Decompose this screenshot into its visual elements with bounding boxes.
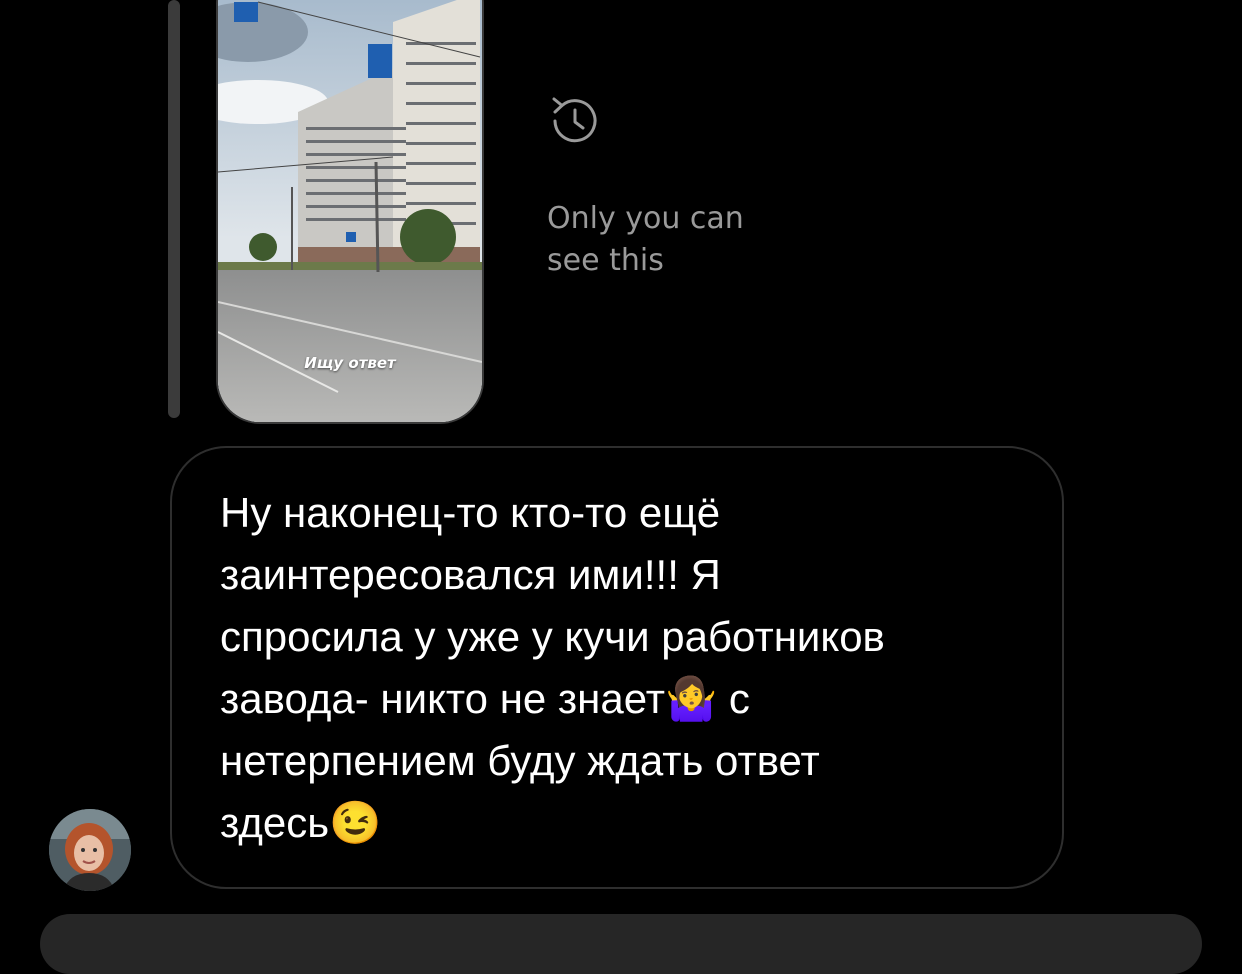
message-text: Ну наконец-то кто-то ещё заинтересовался…	[220, 489, 885, 846]
user-avatar-icon	[49, 809, 131, 891]
message-input-bar[interactable]	[40, 914, 1202, 974]
story-caption: Ищу ответ	[304, 354, 396, 372]
sender-avatar[interactable]	[49, 809, 131, 891]
story-reply-thumbnail[interactable]: Ищу ответ	[216, 0, 484, 424]
history-icon	[552, 97, 597, 143]
message-bubble[interactable]: Ну наконец-то кто-то ещё заинтересовался…	[170, 446, 1064, 889]
reply-thread-line	[168, 0, 180, 418]
only-you-notice: Only you can see this	[547, 201, 744, 278]
